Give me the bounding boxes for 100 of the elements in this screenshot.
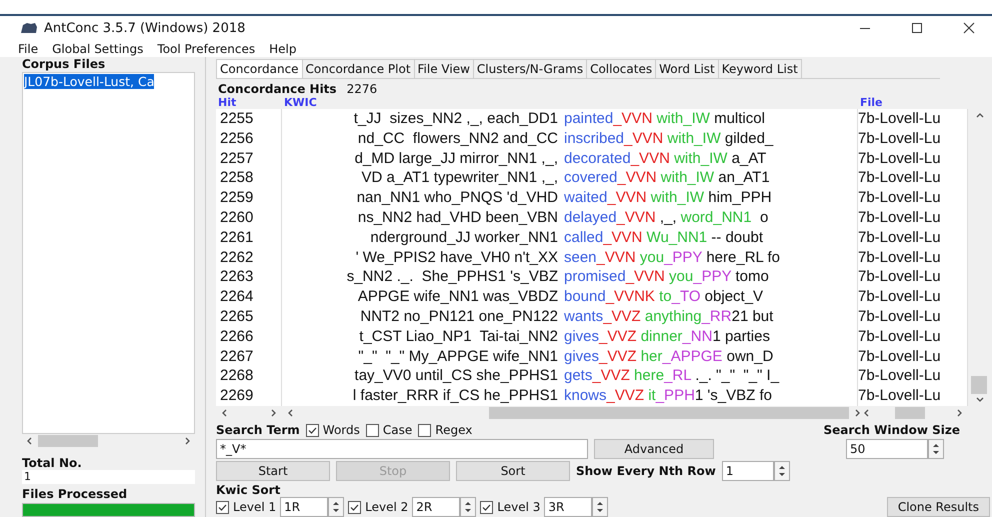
context-text: t_JJ sizes_NN2 ,_, each_DD1: [352, 109, 559, 129]
field-label: Show Every Nth Row: [576, 464, 716, 478]
nth-row-field[interactable]: 1: [722, 461, 774, 481]
spinner-arrows-icon[interactable]: [328, 497, 344, 517]
scroll-right-icon[interactable]: [853, 408, 862, 418]
context-text: bound_VVNK to_TO object_V: [564, 287, 764, 307]
context-text: VD a_AT1 typewriter_NN1 ,_,: [360, 168, 559, 188]
checkbox[interactable]: [348, 500, 362, 514]
tab[interactable]: Concordance: [216, 59, 303, 78]
context-text: ns_NN2 had_VHD been_VBN: [356, 208, 559, 228]
file-list[interactable]: JL07b-Lovell-Lust, Ca: [22, 72, 195, 434]
hits-count: 2276: [346, 82, 378, 96]
table-cell-text: 7b-Lovell-Lu: [858, 267, 942, 288]
context-text: seen_VVN you_PPY here_RL fo: [564, 248, 780, 268]
table-cell-text: 2269: [219, 386, 254, 406]
table-cell-text: 7b-Lovell-Lu: [858, 287, 942, 307]
action-button[interactable]: Start: [216, 461, 330, 481]
scroll-right-icon[interactable]: [269, 408, 278, 418]
scroll-left-icon[interactable]: [25, 436, 34, 446]
level-field[interactable]: 3R: [544, 497, 592, 517]
window-title: AntConc 3.5.7 (Windows) 2018: [44, 20, 246, 36]
context-text: delayed_VVN ,_, word_NN1 o: [564, 208, 768, 228]
context-text: l faster_RRR if_CS he_PPHS1: [352, 386, 559, 406]
context-text: nd_CC flowers_NN2 and_CC: [356, 128, 559, 149]
table-cell-text: 2266: [219, 326, 254, 347]
table-cell-text: 2261: [219, 228, 254, 248]
context-text: gives_VVZ her_APPGE own_D: [564, 346, 774, 366]
close-icon[interactable]: [963, 22, 975, 34]
table-cell-text: 7b-Lovell-Lu: [858, 306, 942, 327]
table-cell-text: 2256: [219, 128, 254, 149]
menu-item[interactable]: Tool Preferences: [157, 42, 256, 56]
context-text: painted_VVN with_IW multicol: [564, 109, 765, 129]
scroll-left-icon[interactable]: [862, 408, 871, 418]
checkbox-label: Case: [382, 423, 412, 437]
checkbox-label: Level 2: [365, 500, 408, 514]
context-text: knows_VVZ it_PPH1 's_VBZ fo: [564, 386, 772, 406]
table-cell-text: 7b-Lovell-Lu: [858, 109, 942, 129]
level-field[interactable]: 1R: [280, 497, 328, 517]
checkbox-label: Level 3: [497, 500, 540, 514]
window-size-field[interactable]: 50: [846, 439, 928, 459]
column-header[interactable]: Hit: [216, 96, 282, 109]
section-label: Corpus Files: [22, 57, 106, 71]
context-text: covered_VVN with_IW an_AT1: [564, 168, 770, 188]
scroll-right-icon[interactable]: [183, 436, 192, 446]
context-text: decorated_VVN with_IW a_AT: [564, 148, 766, 168]
context-text: nderground_JJ worker_NN1: [369, 228, 559, 248]
context-text: nan_NN1 who_PNQS 'd_VHD: [356, 188, 559, 208]
column-header[interactable]: File: [858, 96, 968, 109]
table-cell-text: 2262: [219, 248, 254, 268]
table-cell-text: 2257: [219, 148, 254, 168]
checkbox[interactable]: [216, 500, 229, 514]
checkbox-label: Regex: [435, 423, 472, 437]
tab[interactable]: Keyword List: [718, 59, 802, 78]
level-field[interactable]: 2R: [412, 497, 460, 517]
table-cell-text: 7b-Lovell-Lu: [858, 208, 942, 228]
context-text: d_MD large_JJ mirror_NN1 ,_,: [354, 148, 559, 168]
clone-results-button[interactable]: Clone Results: [886, 497, 990, 517]
context-text: inscribed_VVN with_IW gilded_: [564, 128, 774, 149]
spinner-arrows-icon[interactable]: [460, 497, 476, 517]
table-cell-text: 2258: [219, 168, 254, 188]
table-cell-text: 7b-Lovell-Lu: [858, 366, 942, 386]
scroll-right-icon[interactable]: [955, 408, 964, 418]
menu-item[interactable]: Global Settings: [52, 42, 144, 56]
table-cell-text: 7b-Lovell-Lu: [858, 168, 942, 188]
scroll-thumb[interactable]: [971, 376, 987, 394]
menu-item[interactable]: Help: [269, 42, 296, 56]
table-cell-text: 7b-Lovell-Lu: [858, 386, 942, 406]
file-item[interactable]: JL07b-Lovell-Lust, Ca: [24, 74, 154, 89]
checkbox[interactable]: [418, 424, 432, 436]
menu-item[interactable]: File: [18, 42, 38, 56]
context-text: t_CST Liao_NP1 Tai-tai_NN2: [358, 326, 559, 347]
scroll-left-icon[interactable]: [220, 408, 229, 418]
column-header[interactable]: KWIC: [282, 96, 858, 109]
context-text: gives_VVZ dinner_NN1 parties: [564, 326, 770, 347]
table-cell-text: 2263: [219, 267, 254, 288]
checkbox[interactable]: [306, 424, 319, 436]
checkbox-label: Words: [322, 423, 360, 437]
table-cell-text: 7b-Lovell-Lu: [858, 248, 942, 268]
table-cell-text: 7b-Lovell-Lu: [858, 346, 942, 366]
spinner-arrows-icon[interactable]: [774, 461, 790, 481]
checkbox[interactable]: [366, 424, 379, 436]
table-cell-text: 7b-Lovell-Lu: [858, 326, 942, 347]
table-cell-text: 2260: [219, 208, 254, 228]
table-cell-text: 2268: [219, 366, 254, 386]
checkbox[interactable]: [480, 500, 494, 514]
field-label: Search Window Size: [824, 423, 960, 437]
table-cell-text: 2267: [219, 346, 254, 366]
context-text: APPGE wife_NN1 was_VBDZ: [356, 287, 559, 307]
search-field[interactable]: *_V*: [216, 439, 588, 459]
spinner-arrows-icon[interactable]: [592, 497, 608, 517]
scroll-left-icon[interactable]: [286, 408, 295, 418]
context-text: waited_VVN with_IW him_PPH: [564, 188, 772, 208]
table-cell-text: 2259: [219, 188, 254, 208]
advanced-button[interactable]: Advanced: [594, 439, 714, 459]
context-text: s_NN2 ._. She_PPHS1 's_VBZ: [346, 267, 559, 288]
table-cell-text: 7b-Lovell-Lu: [858, 148, 942, 168]
context-text: NNT2 no_PN121 one_PN122: [359, 306, 559, 327]
spinner-arrows-icon[interactable]: [928, 439, 944, 459]
maximize-icon[interactable]: [911, 22, 923, 34]
action-button[interactable]: Sort: [456, 461, 570, 481]
